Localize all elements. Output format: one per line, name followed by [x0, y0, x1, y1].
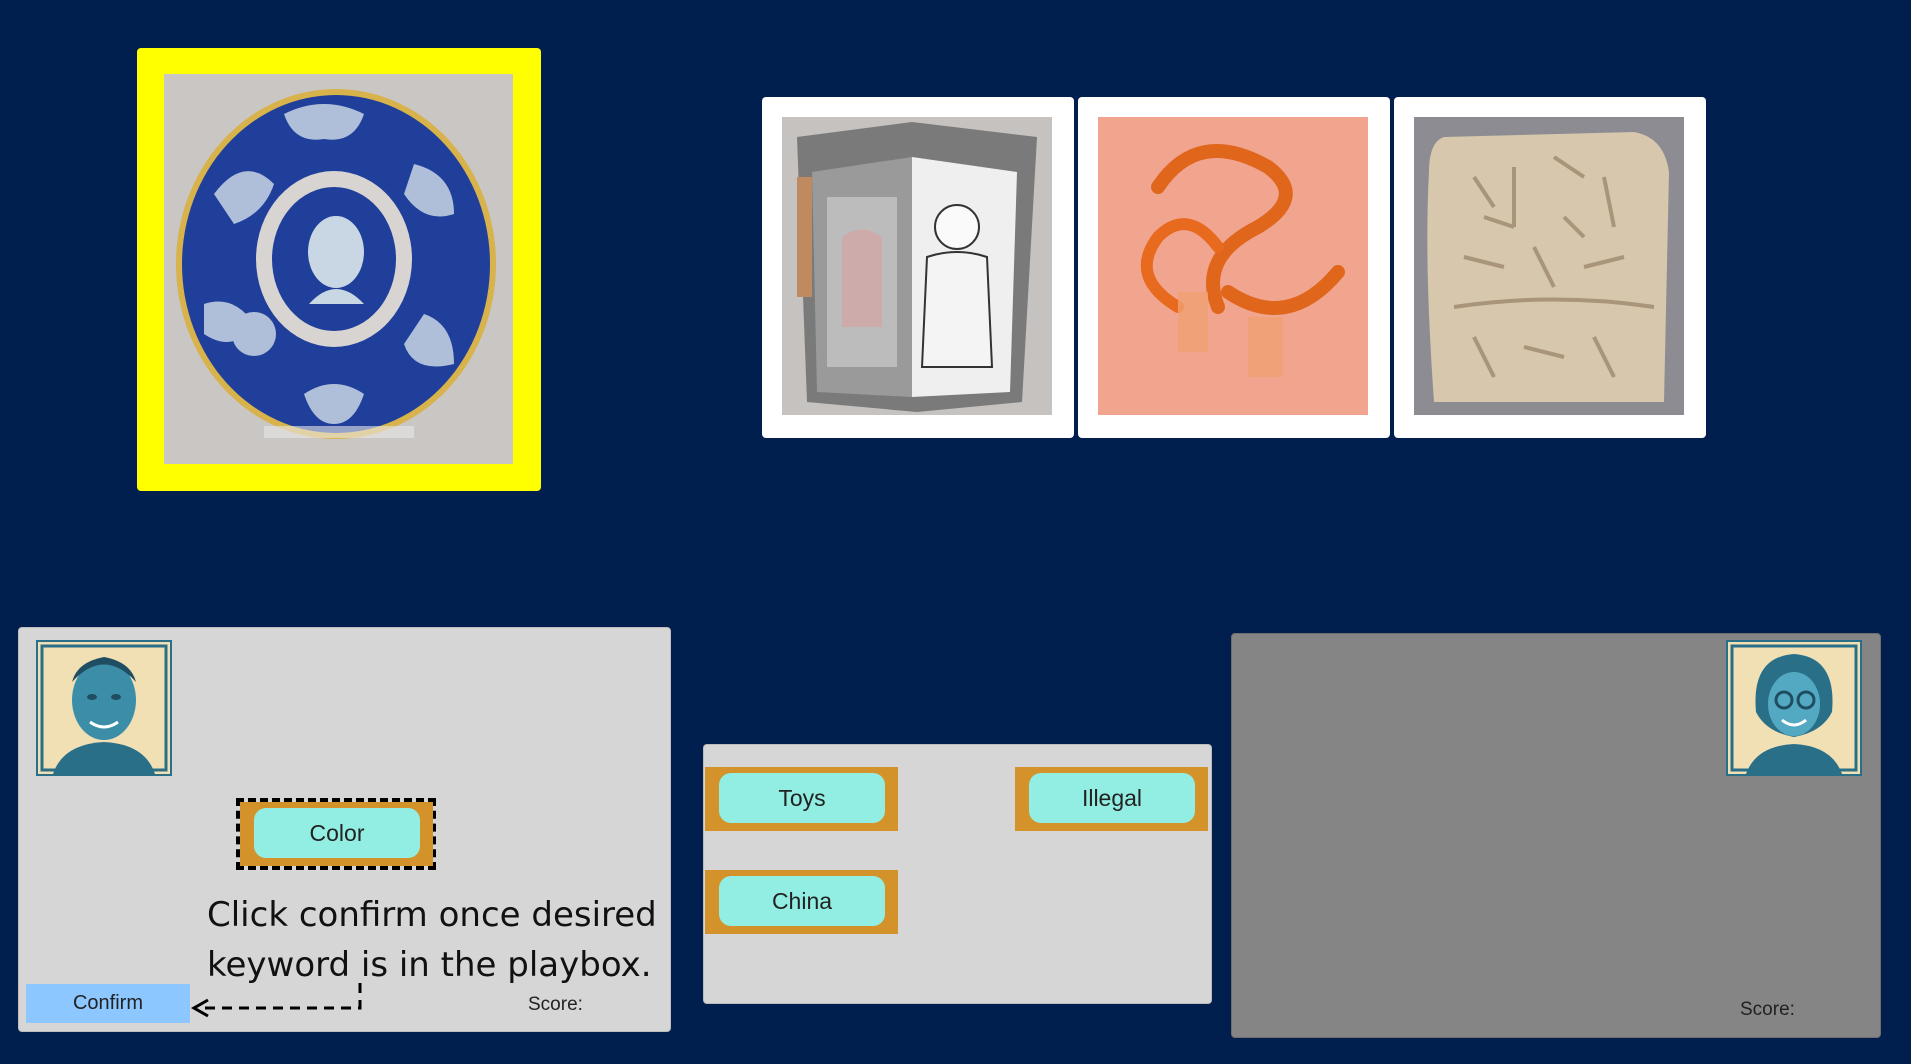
target-artwork-frame — [137, 48, 541, 491]
keyword-chip-illegal[interactable]: Illegal — [1015, 767, 1208, 831]
orange-glass-sculpture-icon — [1098, 117, 1368, 415]
keyword-chip-toys[interactable]: Toys — [705, 767, 898, 831]
keyword-chip-china[interactable]: China — [705, 870, 898, 934]
confirm-button[interactable]: Confirm — [26, 984, 190, 1023]
pop-up-book-icon — [782, 117, 1052, 415]
man-portrait-icon — [36, 640, 172, 776]
score-label-left: Score: — [528, 994, 583, 1015]
instruction-text: Click confirm once desired keyword is in… — [207, 895, 657, 985]
candidate-card-2[interactable] — [1078, 97, 1390, 438]
candidate-card-3[interactable] — [1394, 97, 1706, 438]
maiolica-plate-icon — [164, 74, 513, 464]
clay-tablet-icon — [1414, 117, 1684, 415]
keyword-label: Color — [254, 808, 420, 858]
score-label-right: Score: — [1740, 999, 1795, 1020]
candidate-card-1[interactable] — [762, 97, 1074, 438]
keyword-label: China — [719, 876, 885, 926]
woman-portrait-icon — [1726, 640, 1862, 776]
keyword-label: Illegal — [1029, 773, 1195, 823]
played-keyword-chip[interactable]: Color — [240, 802, 433, 866]
keyword-label: Toys — [719, 773, 885, 823]
game-stage: Color Click confirm once desired keyword… — [0, 0, 1911, 1064]
